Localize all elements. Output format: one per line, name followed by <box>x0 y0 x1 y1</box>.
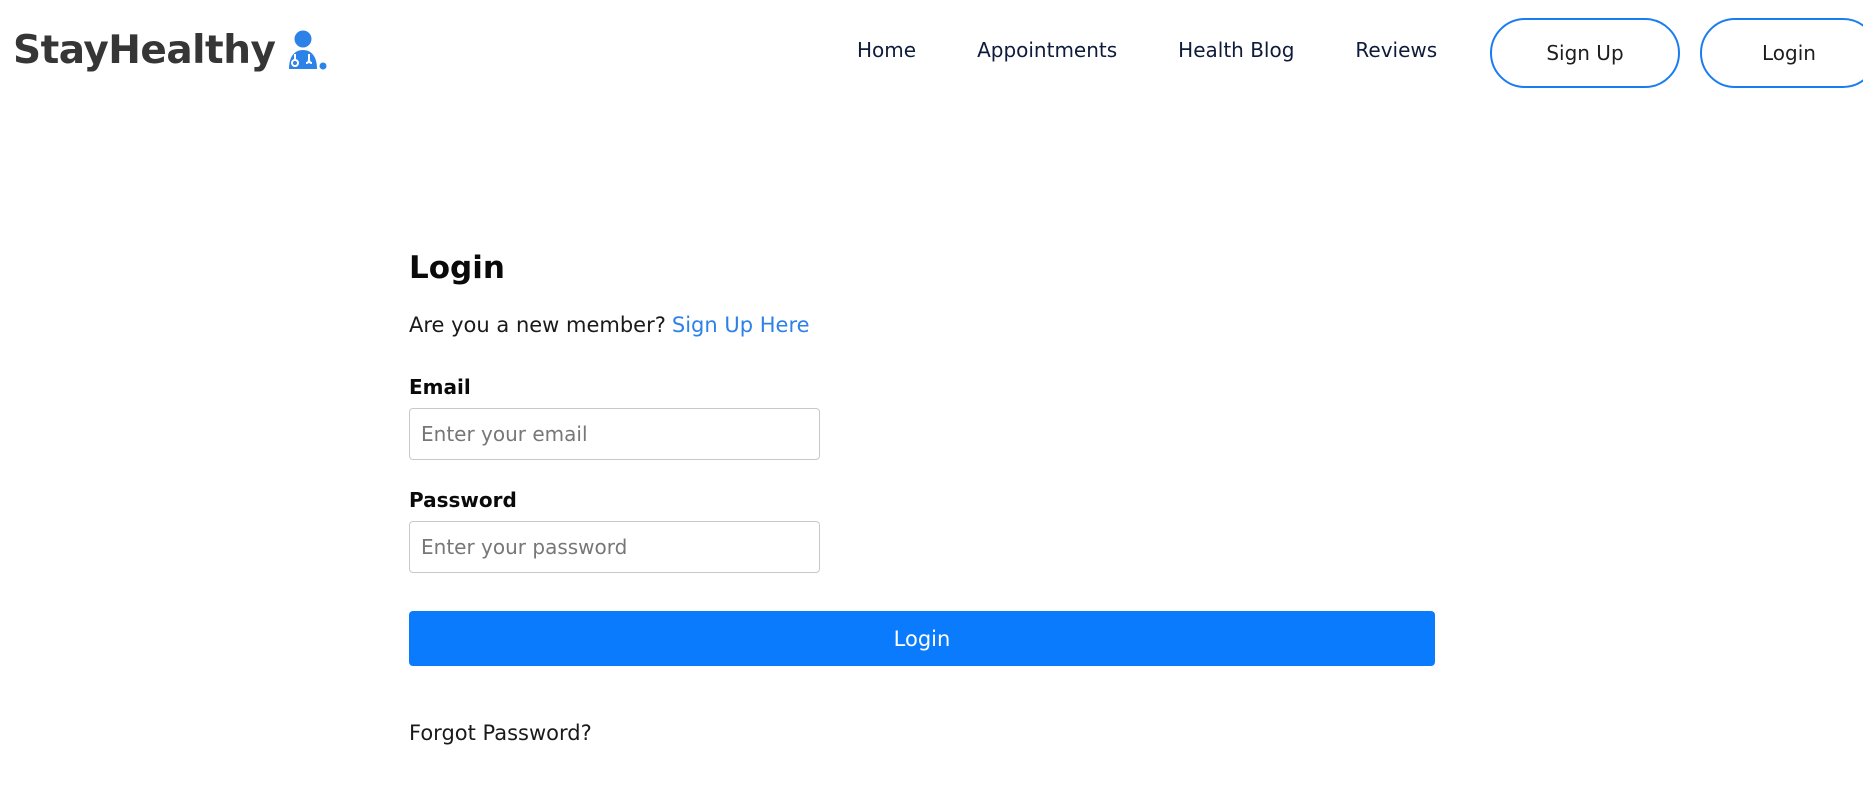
page-title: Login <box>409 250 505 286</box>
login-page: StayHealthy Home Appointments Health Blo… <box>0 0 1863 793</box>
doctor-icon <box>285 29 329 73</box>
nav-home-link[interactable]: Home <box>857 38 916 62</box>
email-field[interactable] <box>409 408 820 460</box>
login-button[interactable]: Login <box>1700 18 1863 88</box>
brand-logo-link[interactable]: StayHealthy <box>13 28 329 73</box>
navbar: StayHealthy Home Appointments Health Blo… <box>0 0 1863 110</box>
main-nav: Home Appointments Health Blog Reviews <box>857 38 1437 62</box>
nav-health-blog-link[interactable]: Health Blog <box>1178 38 1294 62</box>
forgot-password-link[interactable]: Forgot Password? <box>409 721 592 745</box>
password-label: Password <box>409 488 517 512</box>
password-field[interactable] <box>409 521 820 573</box>
new-member-prompt: Are you a new member? Sign Up Here <box>409 313 810 337</box>
signup-button[interactable]: Sign Up <box>1490 18 1680 88</box>
nav-appointments-link[interactable]: Appointments <box>977 38 1117 62</box>
signup-here-link[interactable]: Sign Up Here <box>672 313 810 337</box>
new-member-text: Are you a new member? <box>409 313 666 337</box>
email-label: Email <box>409 375 471 399</box>
nav-reviews-link[interactable]: Reviews <box>1355 38 1437 62</box>
brand-name: StayHealthy <box>13 28 276 73</box>
login-submit-button[interactable]: Login <box>409 611 1435 666</box>
